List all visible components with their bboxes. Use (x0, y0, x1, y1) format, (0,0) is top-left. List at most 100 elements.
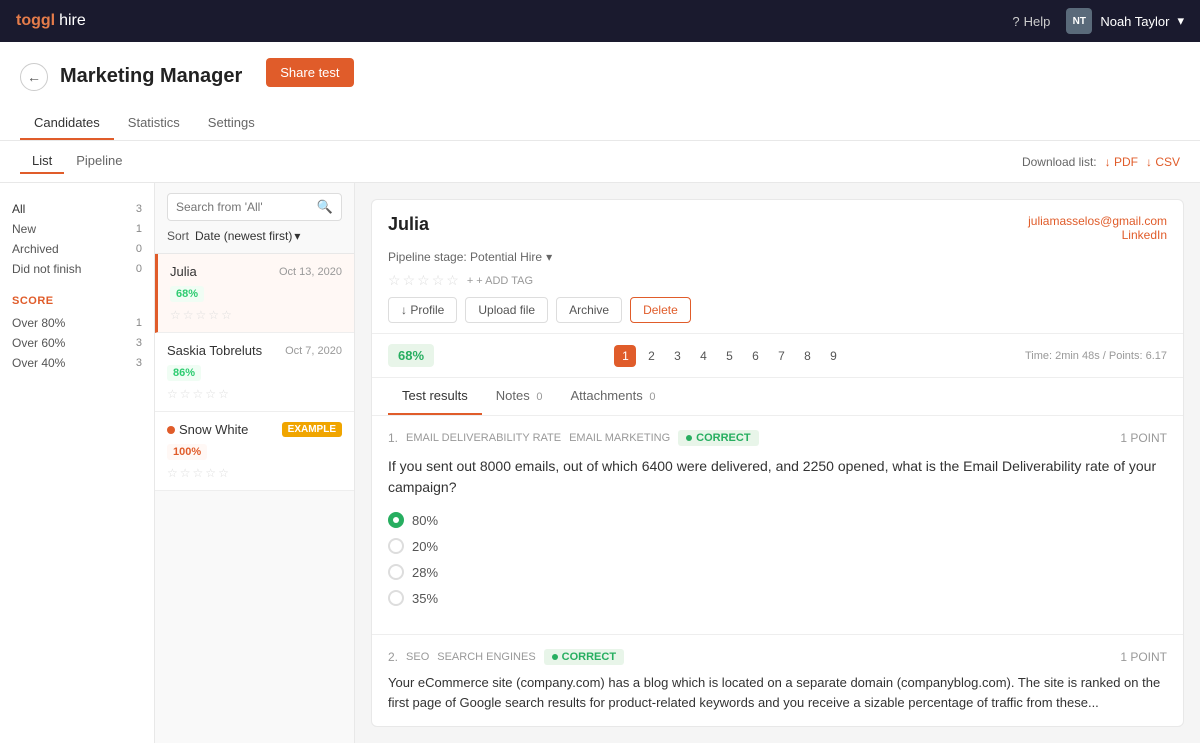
linkedin-link[interactable]: LinkedIn (1028, 228, 1167, 242)
candidate-item-saskia[interactable]: Saskia Tobreluts Oct 7, 2020 86% ☆ ☆ ☆ ☆… (155, 333, 354, 412)
share-test-button[interactable]: Share test (266, 58, 353, 87)
candidate-item-julia[interactable]: Julia Oct 13, 2020 68% ☆ ☆ ☆ ☆ ☆ (155, 254, 354, 333)
star-5: ☆ (218, 466, 229, 480)
star-5[interactable]: ☆ (446, 272, 459, 289)
add-tag-button[interactable]: + + ADD TAG (467, 275, 533, 287)
star-3[interactable]: ☆ (417, 272, 430, 289)
filter-over-40-label: Over 40% (12, 356, 65, 370)
tab-notes[interactable]: Notes 0 (482, 378, 557, 415)
search-icon: 🔍 (317, 199, 333, 215)
question-1-points: 1 POINT (1120, 431, 1167, 445)
filter-over-80-label: Over 80% (12, 316, 65, 330)
page-num-2[interactable]: 2 (640, 345, 662, 367)
archive-button[interactable]: Archive (556, 297, 622, 323)
star-2: ☆ (183, 308, 194, 322)
tab-list[interactable]: List (20, 149, 64, 174)
answer-option-4[interactable]: 35% (388, 590, 1167, 606)
star-2[interactable]: ☆ (403, 272, 416, 289)
filter-all[interactable]: All 3 (12, 199, 142, 219)
page-num-1[interactable]: 1 (614, 345, 636, 367)
view-tabs: List Pipeline (20, 149, 135, 174)
page-numbers: 1 2 3 4 5 6 7 8 9 (614, 345, 844, 367)
star-1[interactable]: ☆ (388, 272, 401, 289)
star-3: ☆ (193, 466, 204, 480)
nav-statistics[interactable]: Statistics (114, 107, 194, 140)
question-2-tags: 2. SEO SEARCH ENGINES CORRECT (388, 649, 624, 665)
detail-card: Julia juliamasselos@gmail.com LinkedIn P… (371, 199, 1184, 727)
filter-did-not-finish[interactable]: Did not finish 0 (12, 259, 142, 279)
detail-header: Julia juliamasselos@gmail.com LinkedIn P… (372, 200, 1183, 334)
candidate-score: 86% (167, 365, 201, 381)
logo-toggl: toggl (16, 12, 55, 30)
page-num-7[interactable]: 7 (770, 345, 792, 367)
user-name: Noah Taylor (1100, 14, 1169, 29)
question-1-text: If you sent out 8000 emails, out of whic… (388, 456, 1167, 498)
star-2: ☆ (180, 466, 191, 480)
page-num-8[interactable]: 8 (796, 345, 818, 367)
star-3: ☆ (196, 308, 207, 322)
star-1: ☆ (170, 308, 181, 322)
plus-icon: + (467, 275, 473, 287)
page-header: ← Marketing Manager Share test Candidate… (0, 42, 1200, 141)
page-num-5[interactable]: 5 (718, 345, 740, 367)
notes-count: 0 (536, 391, 542, 403)
answer-option-2[interactable]: 20% (388, 538, 1167, 554)
rating-stars: ☆ ☆ ☆ ☆ ☆ (388, 272, 459, 289)
chevron-down-icon: ▾ (1177, 13, 1184, 29)
tags-row: ☆ ☆ ☆ ☆ ☆ + + ADD TAG (388, 272, 1167, 289)
back-button[interactable]: ← (20, 63, 48, 91)
status-dot (167, 426, 175, 434)
question-2-topic: SEO (406, 651, 429, 663)
correct-dot (686, 435, 692, 441)
filter-archived[interactable]: Archived 0 (12, 239, 142, 259)
help-button[interactable]: ? Help (1012, 14, 1050, 29)
candidate-list: 🔍 Sort Date (newest first) ▾ Julia Oct 1… (155, 183, 355, 743)
page-num-6[interactable]: 6 (744, 345, 766, 367)
page-num-4[interactable]: 4 (692, 345, 714, 367)
user-menu[interactable]: NT Noah Taylor ▾ (1066, 8, 1184, 34)
contact-info: juliamasselos@gmail.com LinkedIn (1028, 214, 1167, 242)
example-badge: EXAMPLE (282, 422, 342, 437)
answer-option-1[interactable]: 80% (388, 512, 1167, 528)
filter-over-80[interactable]: Over 80% 1 (12, 313, 142, 333)
search-input[interactable] (176, 200, 311, 214)
pdf-download-button[interactable]: ↓ PDF (1105, 155, 1138, 169)
tab-pipeline[interactable]: Pipeline (64, 149, 134, 174)
sort-dropdown[interactable]: Date (newest first) ▾ (195, 229, 300, 243)
csv-download-button[interactable]: ↓ CSV (1146, 155, 1180, 169)
tab-attachments[interactable]: Attachments 0 (556, 378, 669, 415)
filter-over-60[interactable]: Over 60% 3 (12, 333, 142, 353)
star-3: ☆ (193, 387, 204, 401)
candidate-item-snow-white[interactable]: Snow White EXAMPLE 100% ☆ ☆ ☆ ☆ ☆ (155, 412, 354, 491)
nav-candidates[interactable]: Candidates (20, 107, 114, 140)
answer-option-3[interactable]: 28% (388, 564, 1167, 580)
detail-panel: Julia juliamasselos@gmail.com LinkedIn P… (355, 183, 1200, 743)
subheader: List Pipeline Download list: ↓ PDF ↓ CSV (0, 141, 1200, 183)
filter-over-40[interactable]: Over 40% 3 (12, 353, 142, 373)
question-1-topic: EMAIL DELIVERABILITY RATE (406, 432, 561, 444)
tab-test-results[interactable]: Test results (388, 378, 482, 415)
page-num-3[interactable]: 3 (666, 345, 688, 367)
candidate-name: Snow White (179, 422, 248, 437)
answer-label-4: 35% (412, 591, 438, 606)
star-4[interactable]: ☆ (432, 272, 445, 289)
nav-settings[interactable]: Settings (194, 107, 269, 140)
question-1-number: 1. (388, 431, 398, 445)
candidate-email[interactable]: juliamasselos@gmail.com (1028, 214, 1167, 228)
star-1: ☆ (167, 387, 178, 401)
download-label: Download list: (1022, 155, 1097, 169)
delete-button[interactable]: Delete (630, 297, 691, 323)
left-sidebar: All 3 New 1 Archived 0 Did not finish 0 … (0, 183, 155, 743)
page-num-9[interactable]: 9 (822, 345, 844, 367)
question-1-meta: 1. EMAIL DELIVERABILITY RATE EMAIL MARKE… (388, 430, 1167, 446)
pipeline-stage-selector[interactable]: Pipeline stage: Potential Hire ▾ (388, 250, 552, 264)
attachments-count: 0 (649, 391, 655, 403)
candidate-date: Oct 13, 2020 (279, 266, 342, 278)
profile-button[interactable]: ↓ Profile (388, 297, 457, 323)
question-1: 1. EMAIL DELIVERABILITY RATE EMAIL MARKE… (372, 416, 1183, 620)
filter-all-label: All (12, 202, 25, 216)
search-box[interactable]: 🔍 (167, 193, 342, 221)
filter-new[interactable]: New 1 (12, 219, 142, 239)
upload-file-button[interactable]: Upload file (465, 297, 548, 323)
answer-label-3: 28% (412, 565, 438, 580)
